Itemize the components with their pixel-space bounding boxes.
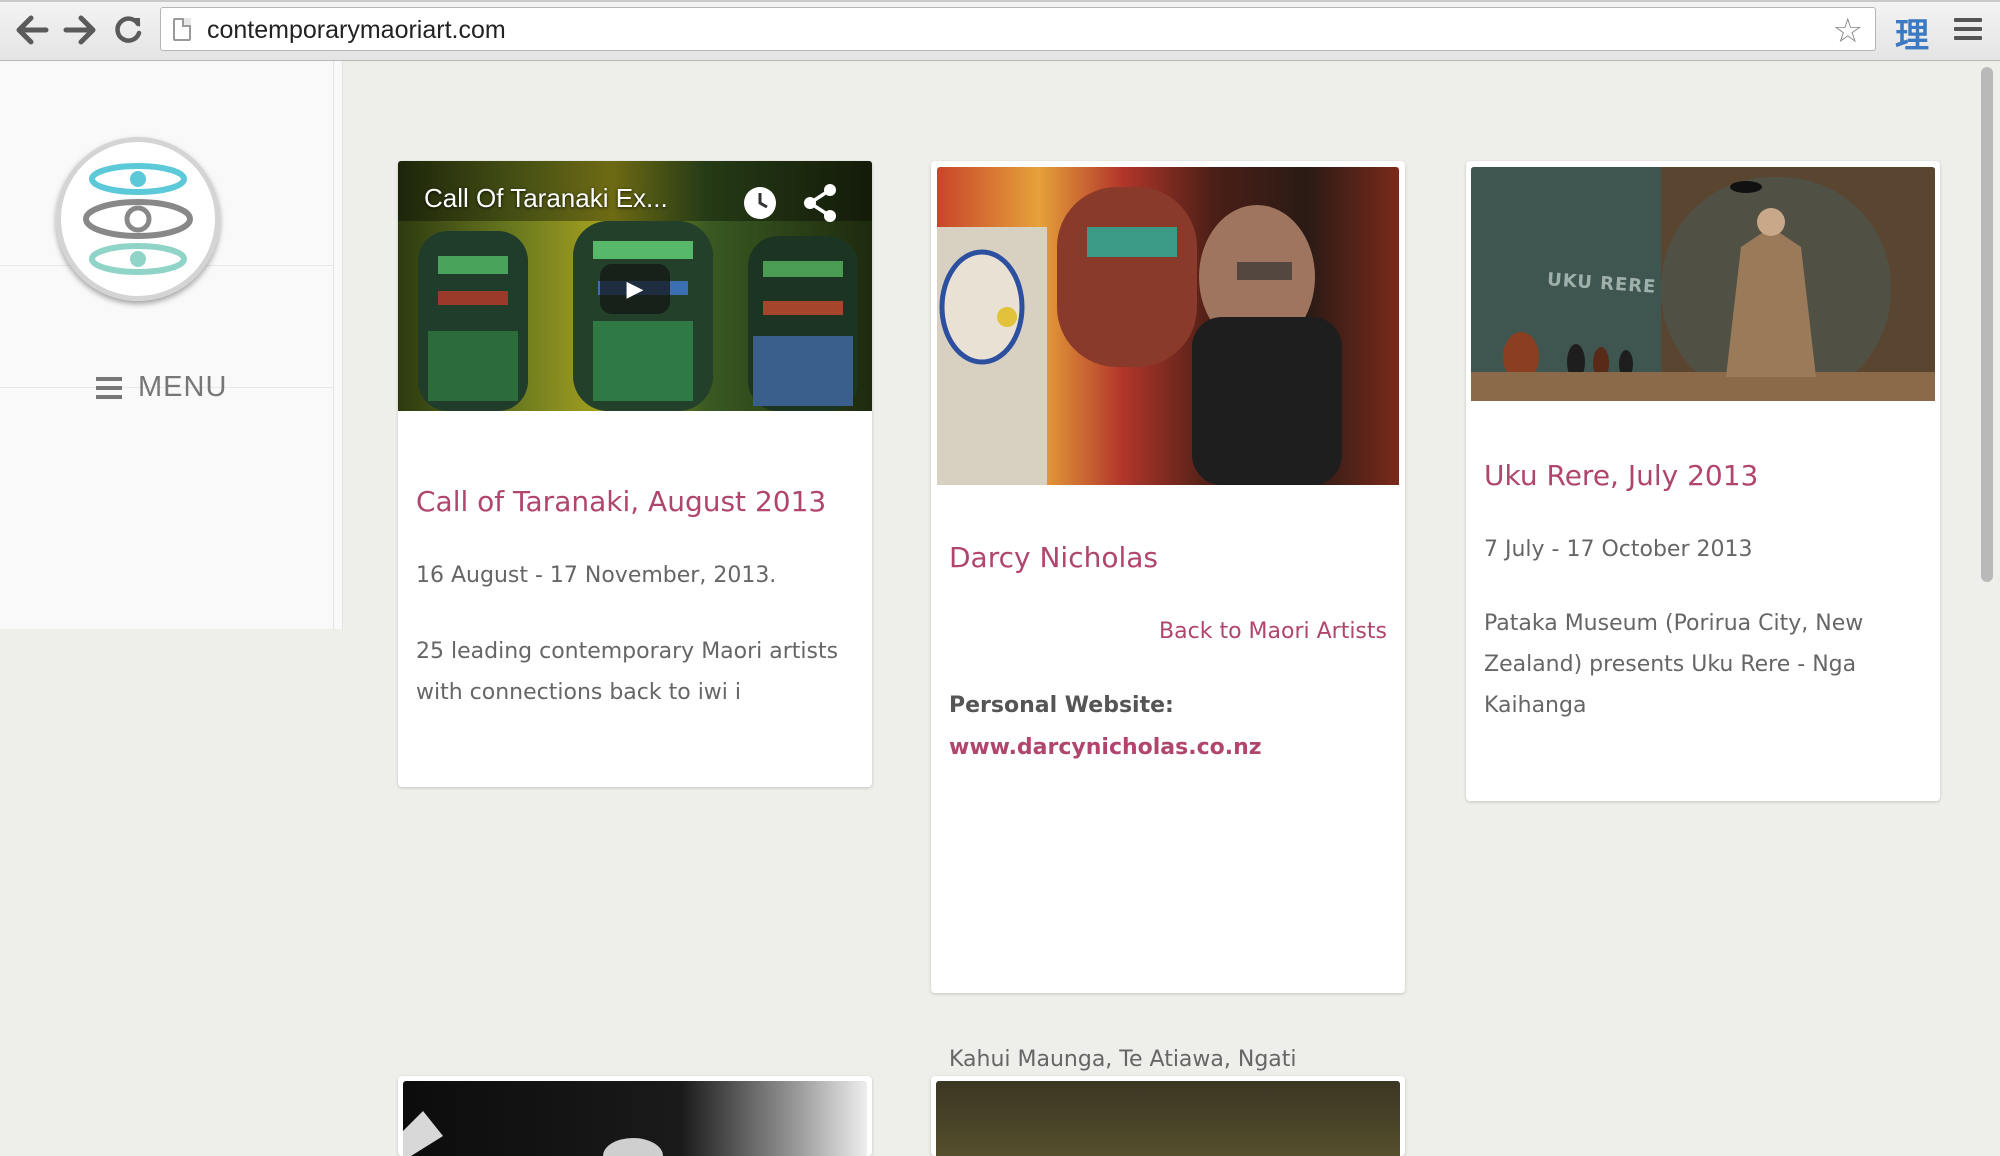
card-excerpt: 25 leading contemporary Maori artists wi… <box>416 639 839 705</box>
play-button-icon[interactable]: ▶ <box>600 264 670 314</box>
card-bottom-left[interactable] <box>398 1076 872 1156</box>
sidebar-edge <box>333 61 334 629</box>
website-link[interactable]: www.darcynicholas.co.nz <box>949 727 1262 768</box>
card-image[interactable] <box>403 1081 867 1156</box>
card-excerpt: Pataka Museum (Porirua City, New Zealand… <box>1484 611 1864 718</box>
website-label: Personal Website: <box>949 693 1174 718</box>
artist-portrait-image <box>937 187 1342 485</box>
video-title[interactable]: Call Of Taranaki Ex... <box>424 183 668 214</box>
site-logo[interactable] <box>56 137 220 301</box>
card-title[interactable]: Uku Rere, July 2013 <box>1484 459 1758 492</box>
card-date: 7 July - 17 October 2013 <box>1484 537 1753 562</box>
url-text[interactable]: contemporarymaoriart.com <box>207 16 506 45</box>
hamburger-icon <box>96 376 122 399</box>
watch-later-icon[interactable] <box>742 185 778 225</box>
browser-toolbar: contemporarymaoriart.com ☆ 理 <box>0 0 2000 61</box>
chrome-menu-icon[interactable] <box>1954 18 1982 42</box>
card-title[interactable]: Call of Taranaki, August 2013 <box>416 485 826 518</box>
card-darcy-nicholas[interactable]: Darcy Nicholas Back to Maori Artists Per… <box>931 161 1405 1072</box>
tab-strip-edge <box>0 0 2000 2</box>
card-uku-rere[interactable]: UKU RERE Uku Rere, July 2013 7 July - 17… <box>1466 161 1940 801</box>
card-tribes: Kahui Maunga, Te Atiawa, Ngati <box>949 1047 1297 1072</box>
eye-logo-icon <box>83 163 193 275</box>
extension-icon[interactable]: 理 <box>1895 8 1929 57</box>
share-icon[interactable] <box>802 183 838 227</box>
scrollbar-thumb[interactable] <box>1981 67 1993 582</box>
page-icon <box>173 18 191 41</box>
page-scrollbar[interactable] <box>1976 61 2000 1138</box>
card-title[interactable]: Darcy Nicholas <box>949 541 1158 574</box>
card-image[interactable] <box>936 1081 1400 1156</box>
video-thumbnail[interactable]: Call Of Taranaki Ex... ▶ <box>398 161 872 411</box>
card-date: 16 August - 17 November, 2013. <box>416 563 777 588</box>
exhibition-gallery-image <box>1471 167 1935 401</box>
back-to-maori-artists-link[interactable]: Back to Maori Artists <box>1159 611 1387 652</box>
reload-icon[interactable] <box>108 10 148 50</box>
card-bottom-middle[interactable] <box>931 1076 1405 1156</box>
back-arrow-icon[interactable] <box>12 10 52 50</box>
exhibition-photo[interactable]: UKU RERE <box>1471 167 1935 401</box>
forward-arrow-icon[interactable] <box>60 10 100 50</box>
star-icon[interactable]: ☆ <box>1833 11 1863 51</box>
sculpture-image <box>403 1111 663 1156</box>
sidebar: MENU <box>0 61 343 629</box>
menu-button[interactable]: MENU <box>96 371 227 404</box>
artist-photo[interactable] <box>937 167 1399 485</box>
address-bar[interactable]: contemporarymaoriart.com ☆ <box>160 7 1876 51</box>
card-call-of-taranaki[interactable]: Call Of Taranaki Ex... ▶ Call of Taranak… <box>398 161 872 787</box>
menu-label: MENU <box>138 371 228 403</box>
